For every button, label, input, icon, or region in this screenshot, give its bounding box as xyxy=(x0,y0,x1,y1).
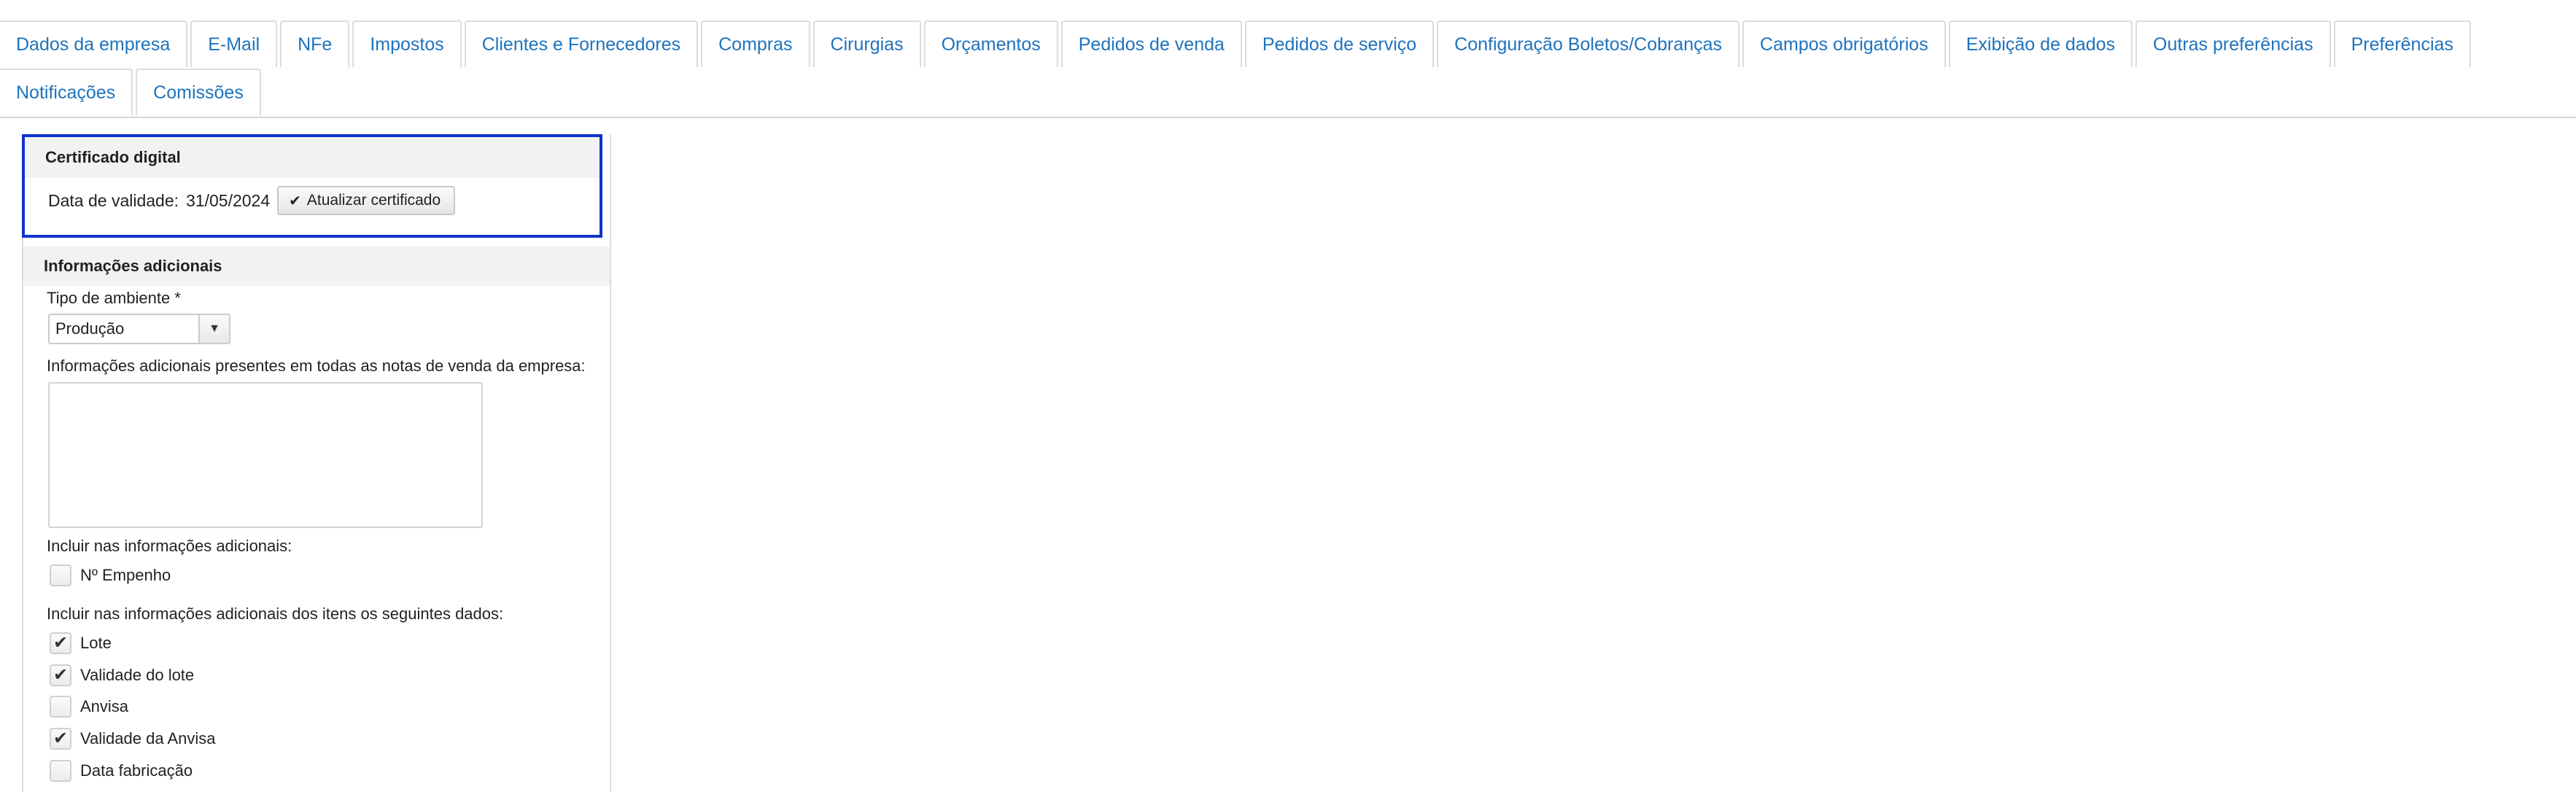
additional-info-title: Informações adicionais xyxy=(23,246,610,286)
checkbox-empenho[interactable]: Nº Empenho xyxy=(50,563,171,588)
additional-info-section: Informações adicionais xyxy=(23,246,610,286)
tab-pedidos-de-servico[interactable]: Pedidos de serviço xyxy=(1244,20,1435,67)
tab-dados-da-empresa[interactable]: Dados da empresa xyxy=(0,20,188,67)
check-icon[interactable]: ✔ xyxy=(50,632,71,654)
tab-configuracao-boletos[interactable]: Configuração Boletos/Cobranças xyxy=(1437,20,1740,67)
update-certificate-label: Atualizar certificado xyxy=(306,192,441,209)
tab-compras[interactable]: Compras xyxy=(701,20,810,67)
environment-select[interactable]: Produção ▼ xyxy=(48,314,230,344)
checkbox-label: Nº Empenho xyxy=(80,566,171,584)
environment-label: Tipo de ambiente * xyxy=(47,289,181,307)
tab-nfe[interactable]: NFe xyxy=(280,20,350,67)
check-icon[interactable]: ✔ xyxy=(50,664,71,686)
caret-down-icon[interactable]: ▼ xyxy=(198,315,229,343)
tab-clientes-fornecedores[interactable]: Clientes e Fornecedores xyxy=(464,20,699,67)
checkbox-anvisa[interactable]: Anvisa xyxy=(50,694,128,719)
checkbox-label: Anvisa xyxy=(80,697,129,715)
notes-label: Informações adicionais presentes em toda… xyxy=(47,357,586,375)
checkbox-lote[interactable]: ✔ Lote xyxy=(50,631,112,656)
certificate-title: Certificado digital xyxy=(25,137,600,178)
checkbox-data-fabricacao[interactable]: Data fabricação xyxy=(50,758,193,783)
checkbox-label: Validade do lote xyxy=(80,666,195,684)
tabs-row-1: Dados da empresa E-Mail NFe Impostos Cli… xyxy=(0,20,2471,67)
checkbox-label: Data fabricação xyxy=(80,761,193,780)
tab-notificacoes[interactable]: Notificações xyxy=(0,69,133,115)
validity-value: 31/05/2024 xyxy=(186,190,271,210)
tab-email[interactable]: E-Mail xyxy=(190,20,278,67)
checkbox-box[interactable] xyxy=(50,760,71,782)
tab-campos-obrigatorios[interactable]: Campos obrigatórios xyxy=(1742,20,1946,67)
include-label: Incluir nas informações adicionais: xyxy=(47,537,292,555)
checkbox-label: Lote xyxy=(80,634,112,652)
tabs-row-2: Notificações Comissões xyxy=(0,69,261,115)
items-label: Incluir nas informações adicionais dos i… xyxy=(47,605,504,623)
validity-label: Data de validade: xyxy=(48,190,179,210)
certificate-row: Data de validade: 31/05/2024 ✔ Atualizar… xyxy=(25,178,600,223)
settings-tabbar: Dados da empresa E-Mail NFe Impostos Cli… xyxy=(0,0,2576,118)
checkbox-box[interactable] xyxy=(50,696,71,718)
certificate-section: Certificado digital Data de validade: 31… xyxy=(22,134,602,238)
check-icon: ✔ xyxy=(289,193,301,209)
tab-preferencias[interactable]: Preferências xyxy=(2333,20,2471,67)
tab-comissoes[interactable]: Comissões xyxy=(136,69,261,115)
checkbox-label: Validade da Anvisa xyxy=(80,729,216,748)
check-icon[interactable]: ✔ xyxy=(50,728,71,750)
notes-textarea[interactable] xyxy=(48,382,483,528)
update-certificate-button[interactable]: ✔ Atualizar certificado xyxy=(277,186,456,215)
tab-cirurgias[interactable]: Cirurgias xyxy=(812,20,921,67)
checkbox-validade-da-anvisa[interactable]: ✔ Validade da Anvisa xyxy=(50,726,216,751)
environment-select-value: Produção xyxy=(55,319,125,338)
tab-orcamentos[interactable]: Orçamentos xyxy=(923,20,1058,67)
tab-outras-preferencias[interactable]: Outras preferências xyxy=(2135,20,2331,67)
checkbox-box[interactable] xyxy=(50,564,71,586)
tab-pedidos-de-venda[interactable]: Pedidos de venda xyxy=(1060,20,1242,67)
tab-exibicao-de-dados[interactable]: Exibição de dados xyxy=(1948,20,2133,67)
checkbox-validade-do-lote[interactable]: ✔ Validade do lote xyxy=(50,663,194,688)
tab-impostos[interactable]: Impostos xyxy=(352,20,462,67)
